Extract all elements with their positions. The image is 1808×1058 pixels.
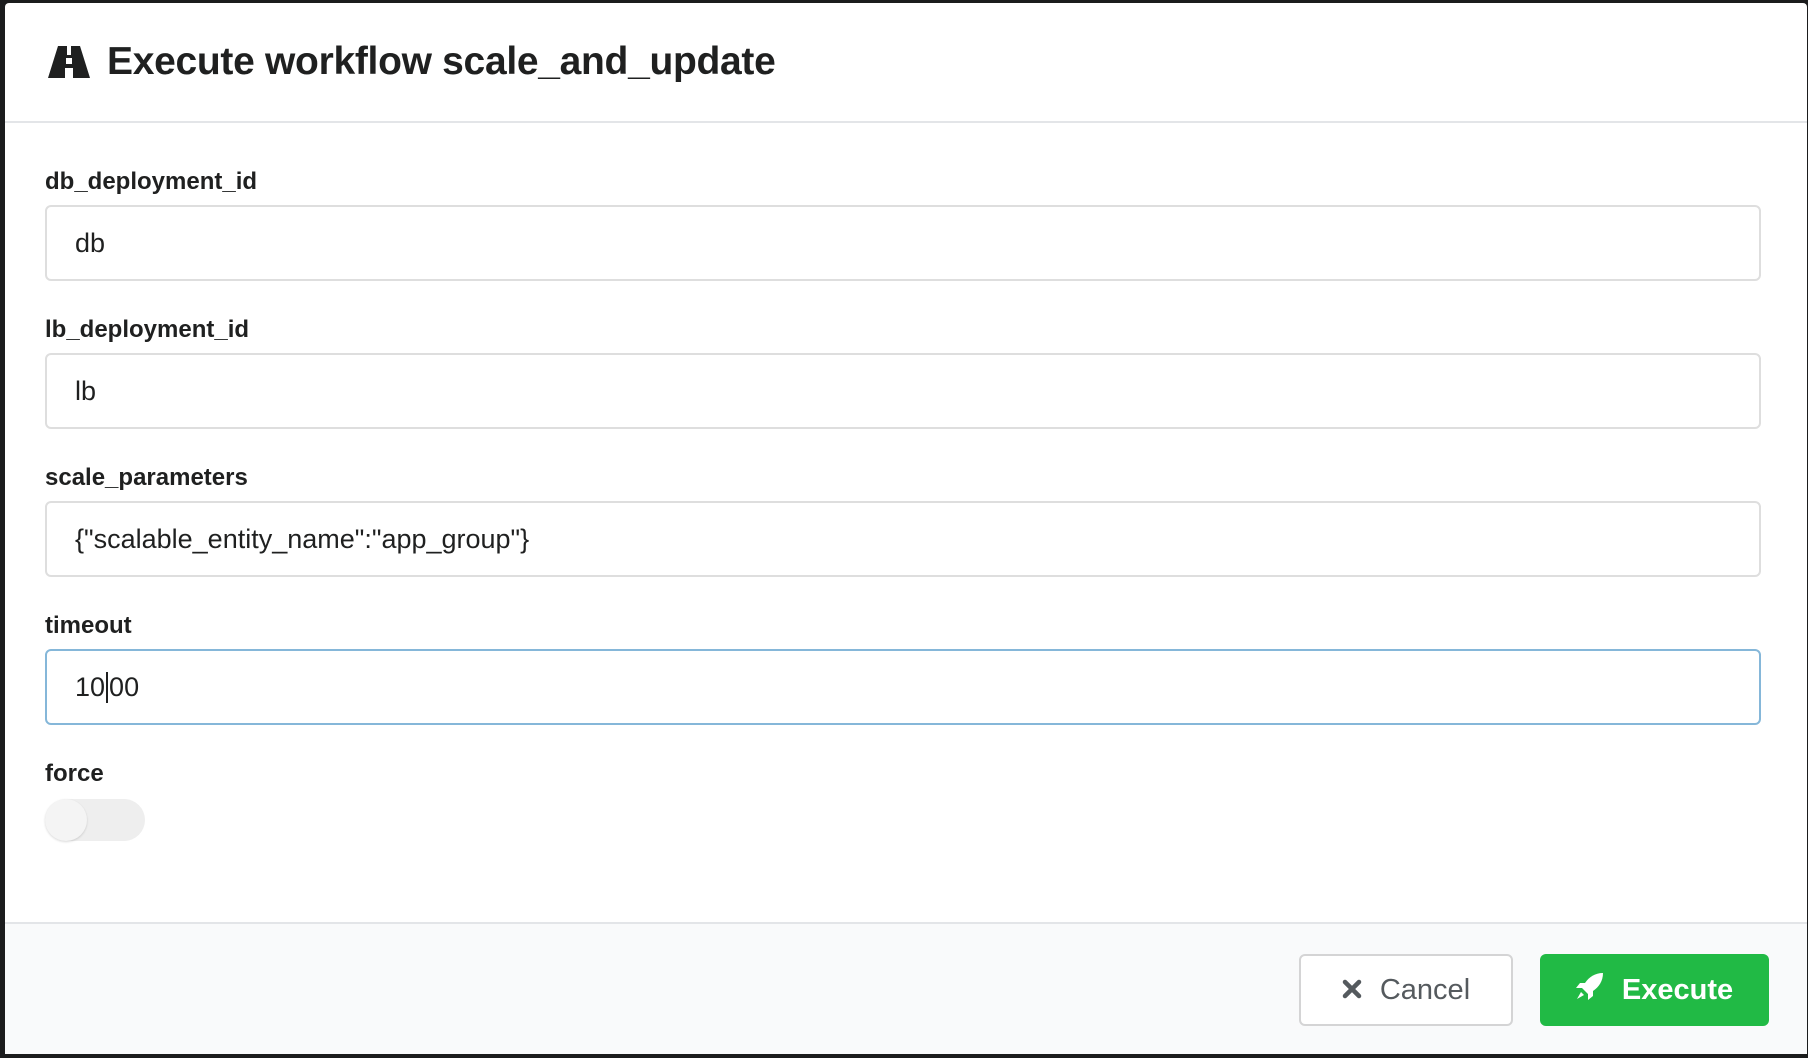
lb-deployment-id-input[interactable]: lb (45, 353, 1761, 429)
field-label: force (45, 760, 104, 787)
field-lb-deployment-id: lb_deployment_id lb (45, 315, 1767, 429)
input-value-after-caret: 00 (109, 671, 140, 702)
execute-label: Execute (1621, 973, 1734, 1006)
timeout-input[interactable]: 10 00 (45, 649, 1761, 725)
modal-title: Execute workflow scale_and_update (107, 40, 776, 83)
modal-header: Execute workflow scale_and_update (5, 3, 1807, 123)
field-label: db_deployment_id (45, 168, 258, 195)
field-force: force (45, 759, 1767, 841)
cancel-button[interactable]: Cancel (1299, 954, 1513, 1026)
input-value: lb (75, 375, 97, 406)
field-label: scale_parameters (45, 464, 248, 491)
close-icon (1342, 974, 1362, 1007)
cancel-label: Cancel (1379, 973, 1471, 1006)
input-value: db (75, 227, 106, 258)
scale-parameters-input[interactable]: {"scalable_entity_name":"app_group"} (45, 501, 1761, 577)
field-db-deployment-id: db_deployment_id db (45, 167, 1767, 281)
execute-button[interactable]: Execute (1540, 954, 1769, 1026)
toggle-knob (45, 799, 87, 841)
text-caret (106, 671, 109, 703)
field-label: lb_deployment_id (45, 316, 250, 343)
force-toggle[interactable] (45, 799, 145, 841)
field-label: timeout (45, 612, 132, 639)
field-timeout: timeout 10 00 (45, 611, 1767, 725)
rocket-icon (1575, 972, 1604, 1008)
road-icon (48, 46, 90, 78)
execute-workflow-modal: Execute workflow scale_and_update db_dep… (5, 3, 1807, 1054)
field-scale-parameters: scale_parameters {"scalable_entity_name"… (45, 463, 1767, 577)
modal-actions: Cancel Execute (5, 922, 1807, 1054)
modal-content: db_deployment_id db lb_deployment_id lb … (5, 123, 1807, 926)
db-deployment-id-input[interactable]: db (45, 205, 1761, 281)
input-value-before-caret: 10 (75, 671, 106, 702)
input-value: {"scalable_entity_name":"app_group"} (75, 523, 530, 554)
